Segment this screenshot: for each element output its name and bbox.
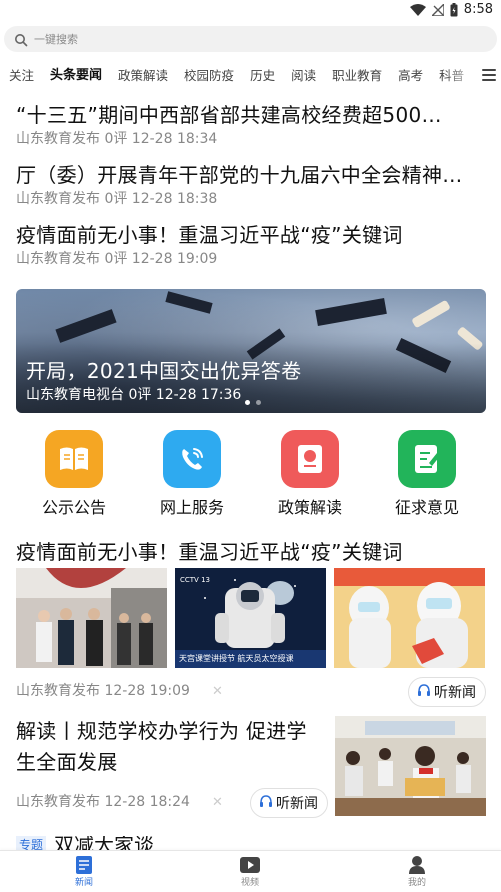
news-item[interactable]: 疫情面前无小事！重温习近平战“疫”关键词 山东教育发布 0评 12-28 19:…: [16, 221, 486, 269]
close-icon[interactable]: ✕: [212, 795, 223, 810]
quick-entry-label: 征求意见: [394, 498, 459, 517]
image-news-meta: 山东教育发布 12-28 19:09: [16, 683, 190, 699]
tab-headlines[interactable]: 头条要闻: [50, 67, 102, 85]
search-placeholder: 一键搜索: [34, 33, 78, 46]
banner-title: 开局，2021中国交出优异答卷: [26, 359, 302, 383]
nav-news[interactable]: 新闻: [54, 855, 114, 889]
book-icon: [45, 430, 103, 488]
battery-icon: [450, 2, 458, 17]
status-time: 8:58: [463, 2, 493, 17]
thumbnail-image: [334, 568, 485, 668]
status-icons: 8:58: [409, 2, 493, 17]
menu-icon[interactable]: [482, 69, 496, 81]
tab-history[interactable]: 历史: [250, 67, 275, 85]
quick-entry-online-service[interactable]: 网上服务: [142, 430, 242, 519]
news-title: 疫情面前无小事！重温习近平战“疫”关键词: [16, 223, 403, 247]
category-tab-bar: 关注 头条要闻 政策解读 校园防疫 历史 阅读 职业教育 高考 科普: [0, 60, 501, 92]
news-meta: 山东教育发布 0评 12-28 18:34: [16, 131, 218, 147]
wifi-icon: [409, 3, 426, 16]
news-meta: 山东教育发布 0评 12-28 19:09: [16, 251, 218, 267]
news-title: “十三五”期间中西部省部共建高校经费超500…: [16, 103, 442, 127]
banner-carousel[interactable]: 开局，2021中国交出优异答卷 山东教育电视台 0评 12-28 17:36: [16, 289, 486, 413]
bottom-nav: 新闻 视频 我的: [0, 850, 501, 892]
article-title[interactable]: 解读丨规范学校办学行为 促进学生全面发展: [16, 716, 321, 778]
tab-vocational[interactable]: 职业教育: [332, 67, 382, 85]
headphone-icon: [417, 683, 434, 701]
policy-icon: [281, 430, 339, 488]
nav-video[interactable]: 视频: [220, 855, 280, 889]
quick-entry-feedback[interactable]: 征求意见: [377, 430, 477, 519]
thumbnail-caption: 天宫课堂讲授节 航天员太空授课: [179, 654, 294, 663]
news-item[interactable]: 厅（委）开展青年干部党的十九届六中全会精神… 山东教育发布 0评 12-28 1…: [16, 161, 486, 209]
article-thumbnail[interactable]: [335, 716, 486, 816]
quick-entry-label: 政策解读: [277, 498, 342, 517]
tab-policy[interactable]: 政策解读: [118, 67, 168, 85]
banner-meta: 山东教育电视台 0评 12-28 17:36: [26, 387, 242, 403]
edit-note-icon: [398, 430, 456, 488]
close-icon[interactable]: ✕: [212, 684, 223, 699]
quick-entry-announcements[interactable]: 公示公告: [24, 430, 124, 519]
image-news-title[interactable]: 疫情面前无小事！重温习近平战“疫”关键词: [16, 538, 403, 566]
nav-label: 我的: [407, 878, 426, 888]
signal-off-icon: [431, 3, 444, 16]
quick-entry-label: 公示公告: [41, 498, 106, 517]
news-icon: [54, 855, 114, 875]
quick-entry-policy[interactable]: 政策解读: [260, 430, 360, 519]
news-item[interactable]: “十三五”期间中西部省部共建高校经费超500… 山东教育发布 0评 12-28 …: [16, 101, 486, 149]
listen-news-button[interactable]: 听新闻: [408, 677, 486, 707]
listen-news-label: 听新闻: [276, 796, 318, 812]
article-meta: 山东教育发布 12-28 18:24: [16, 794, 190, 810]
search-bar[interactable]: 一键搜索: [4, 26, 497, 52]
tab-reading[interactable]: 阅读: [291, 67, 316, 85]
tab-fade: [443, 60, 483, 92]
profile-icon: [387, 855, 447, 875]
carousel-indicator: [245, 400, 261, 405]
search-icon: [14, 32, 28, 47]
nav-label: 视频: [240, 878, 259, 888]
nav-profile[interactable]: 我的: [387, 855, 447, 889]
tab-campus-epidemic[interactable]: 校园防疫: [184, 67, 234, 85]
category-tabs: 关注 头条要闻 政策解读 校园防疫 历史 阅读 职业教育 高考 科普: [9, 67, 480, 85]
tab-gaokao[interactable]: 高考: [398, 67, 423, 85]
phone-icon: [163, 430, 221, 488]
nav-label: 新闻: [74, 878, 93, 888]
status-bar: 8:58: [0, 0, 501, 22]
listen-news-label: 听新闻: [434, 685, 476, 701]
news-title: 厅（委）开展青年干部党的十九届六中全会精神…: [16, 163, 463, 187]
quick-entry-label: 网上服务: [159, 498, 224, 517]
svg-text:CCTV 13: CCTV 13: [180, 576, 210, 584]
image-news-thumbnails[interactable]: CCTV 13 天宫课堂讲授节 航天员太空授课: [16, 568, 486, 668]
video-icon: [220, 855, 280, 875]
quick-entries: 公示公告 网上服务 政策解读 征求意见: [0, 430, 501, 520]
headphone-icon: [259, 794, 276, 812]
thumbnail-image: [16, 568, 167, 668]
news-meta: 山东教育发布 0评 12-28 18:38: [16, 191, 218, 207]
listen-news-button[interactable]: 听新闻: [250, 788, 328, 818]
tab-follow[interactable]: 关注: [9, 67, 34, 85]
thumbnail-image: CCTV 13 天宫课堂讲授节 航天员太空授课: [175, 568, 326, 668]
